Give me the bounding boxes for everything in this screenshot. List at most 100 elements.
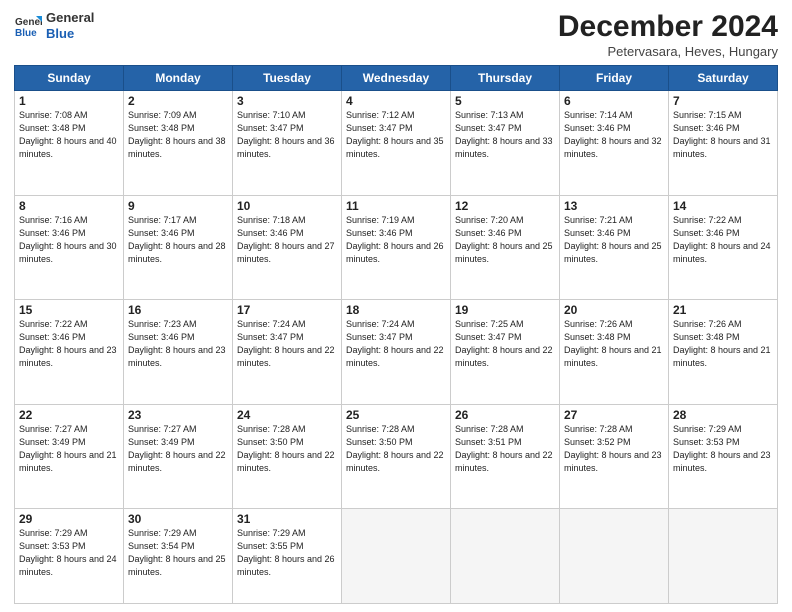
day-info: Sunrise: 7:29 AMSunset: 3:53 PMDaylight:… [19,527,119,579]
day-info: Sunrise: 7:10 AMSunset: 3:47 PMDaylight:… [237,109,337,161]
day-info: Sunrise: 7:16 AMSunset: 3:46 PMDaylight:… [19,214,119,266]
day-number: 20 [564,303,664,317]
day-cell: 23Sunrise: 7:27 AMSunset: 3:49 PMDayligh… [124,404,233,509]
day-number: 7 [673,94,773,108]
day-info: Sunrise: 7:29 AMSunset: 3:54 PMDaylight:… [128,527,228,579]
day-cell: 20Sunrise: 7:26 AMSunset: 3:48 PMDayligh… [560,300,669,405]
logo-text-general: General [46,10,94,26]
subtitle: Petervasara, Heves, Hungary [558,44,778,59]
day-cell: 22Sunrise: 7:27 AMSunset: 3:49 PMDayligh… [15,404,124,509]
day-info: Sunrise: 7:28 AMSunset: 3:51 PMDaylight:… [455,423,555,475]
day-number: 11 [346,199,446,213]
day-info: Sunrise: 7:28 AMSunset: 3:50 PMDaylight:… [237,423,337,475]
day-info: Sunrise: 7:27 AMSunset: 3:49 PMDaylight:… [19,423,119,475]
day-cell: 10Sunrise: 7:18 AMSunset: 3:46 PMDayligh… [233,195,342,300]
day-info: Sunrise: 7:22 AMSunset: 3:46 PMDaylight:… [19,318,119,370]
header-day: Monday [124,66,233,91]
day-cell: 31Sunrise: 7:29 AMSunset: 3:55 PMDayligh… [233,509,342,604]
day-cell [669,509,778,604]
day-number: 29 [19,512,119,526]
day-cell: 26Sunrise: 7:28 AMSunset: 3:51 PMDayligh… [451,404,560,509]
day-number: 22 [19,408,119,422]
day-number: 3 [237,94,337,108]
day-info: Sunrise: 7:18 AMSunset: 3:46 PMDaylight:… [237,214,337,266]
day-cell: 1Sunrise: 7:08 AMSunset: 3:48 PMDaylight… [15,91,124,196]
day-cell: 8Sunrise: 7:16 AMSunset: 3:46 PMDaylight… [15,195,124,300]
day-number: 24 [237,408,337,422]
day-number: 15 [19,303,119,317]
day-info: Sunrise: 7:28 AMSunset: 3:52 PMDaylight:… [564,423,664,475]
day-info: Sunrise: 7:17 AMSunset: 3:46 PMDaylight:… [128,214,228,266]
day-number: 2 [128,94,228,108]
week-row: 29Sunrise: 7:29 AMSunset: 3:53 PMDayligh… [15,509,778,604]
day-cell: 12Sunrise: 7:20 AMSunset: 3:46 PMDayligh… [451,195,560,300]
day-cell: 3Sunrise: 7:10 AMSunset: 3:47 PMDaylight… [233,91,342,196]
day-number: 10 [237,199,337,213]
day-info: Sunrise: 7:20 AMSunset: 3:46 PMDaylight:… [455,214,555,266]
day-info: Sunrise: 7:23 AMSunset: 3:46 PMDaylight:… [128,318,228,370]
day-cell: 18Sunrise: 7:24 AMSunset: 3:47 PMDayligh… [342,300,451,405]
logo: General Blue General Blue [14,10,94,41]
day-info: Sunrise: 7:13 AMSunset: 3:47 PMDaylight:… [455,109,555,161]
day-number: 13 [564,199,664,213]
day-cell: 17Sunrise: 7:24 AMSunset: 3:47 PMDayligh… [233,300,342,405]
svg-text:Blue: Blue [15,28,37,39]
day-number: 4 [346,94,446,108]
day-number: 9 [128,199,228,213]
day-cell: 7Sunrise: 7:15 AMSunset: 3:46 PMDaylight… [669,91,778,196]
day-cell [560,509,669,604]
day-cell: 24Sunrise: 7:28 AMSunset: 3:50 PMDayligh… [233,404,342,509]
day-number: 16 [128,303,228,317]
month-title: December 2024 [558,10,778,43]
day-cell: 15Sunrise: 7:22 AMSunset: 3:46 PMDayligh… [15,300,124,405]
day-number: 1 [19,94,119,108]
day-info: Sunrise: 7:15 AMSunset: 3:46 PMDaylight:… [673,109,773,161]
header-row: SundayMondayTuesdayWednesdayThursdayFrid… [15,66,778,91]
day-cell: 16Sunrise: 7:23 AMSunset: 3:46 PMDayligh… [124,300,233,405]
week-row: 1Sunrise: 7:08 AMSunset: 3:48 PMDaylight… [15,91,778,196]
day-number: 12 [455,199,555,213]
day-number: 30 [128,512,228,526]
day-number: 25 [346,408,446,422]
day-info: Sunrise: 7:21 AMSunset: 3:46 PMDaylight:… [564,214,664,266]
day-cell: 25Sunrise: 7:28 AMSunset: 3:50 PMDayligh… [342,404,451,509]
calendar-page: General Blue General Blue December 2024 … [0,0,792,612]
day-cell: 4Sunrise: 7:12 AMSunset: 3:47 PMDaylight… [342,91,451,196]
day-cell: 9Sunrise: 7:17 AMSunset: 3:46 PMDaylight… [124,195,233,300]
day-info: Sunrise: 7:29 AMSunset: 3:55 PMDaylight:… [237,527,337,579]
day-info: Sunrise: 7:28 AMSunset: 3:50 PMDaylight:… [346,423,446,475]
day-number: 28 [673,408,773,422]
logo-icon: General Blue [14,12,42,40]
week-row: 22Sunrise: 7:27 AMSunset: 3:49 PMDayligh… [15,404,778,509]
top-area: General Blue General Blue December 2024 … [14,10,778,59]
day-number: 14 [673,199,773,213]
day-cell [451,509,560,604]
header-day: Saturday [669,66,778,91]
day-cell: 19Sunrise: 7:25 AMSunset: 3:47 PMDayligh… [451,300,560,405]
day-cell [342,509,451,604]
header-day: Tuesday [233,66,342,91]
day-number: 19 [455,303,555,317]
day-cell: 13Sunrise: 7:21 AMSunset: 3:46 PMDayligh… [560,195,669,300]
day-cell: 29Sunrise: 7:29 AMSunset: 3:53 PMDayligh… [15,509,124,604]
logo-text-blue: Blue [46,26,94,42]
day-info: Sunrise: 7:24 AMSunset: 3:47 PMDaylight:… [237,318,337,370]
day-info: Sunrise: 7:26 AMSunset: 3:48 PMDaylight:… [673,318,773,370]
day-info: Sunrise: 7:25 AMSunset: 3:47 PMDaylight:… [455,318,555,370]
day-info: Sunrise: 7:24 AMSunset: 3:47 PMDaylight:… [346,318,446,370]
day-info: Sunrise: 7:27 AMSunset: 3:49 PMDaylight:… [128,423,228,475]
day-info: Sunrise: 7:09 AMSunset: 3:48 PMDaylight:… [128,109,228,161]
day-cell: 5Sunrise: 7:13 AMSunset: 3:47 PMDaylight… [451,91,560,196]
title-area: December 2024 Petervasara, Heves, Hungar… [558,10,778,59]
day-number: 23 [128,408,228,422]
day-number: 5 [455,94,555,108]
day-info: Sunrise: 7:29 AMSunset: 3:53 PMDaylight:… [673,423,773,475]
day-number: 27 [564,408,664,422]
day-number: 6 [564,94,664,108]
calendar-table: SundayMondayTuesdayWednesdayThursdayFrid… [14,65,778,604]
header-day: Friday [560,66,669,91]
day-cell: 6Sunrise: 7:14 AMSunset: 3:46 PMDaylight… [560,91,669,196]
day-number: 17 [237,303,337,317]
header-day: Sunday [15,66,124,91]
day-cell: 2Sunrise: 7:09 AMSunset: 3:48 PMDaylight… [124,91,233,196]
